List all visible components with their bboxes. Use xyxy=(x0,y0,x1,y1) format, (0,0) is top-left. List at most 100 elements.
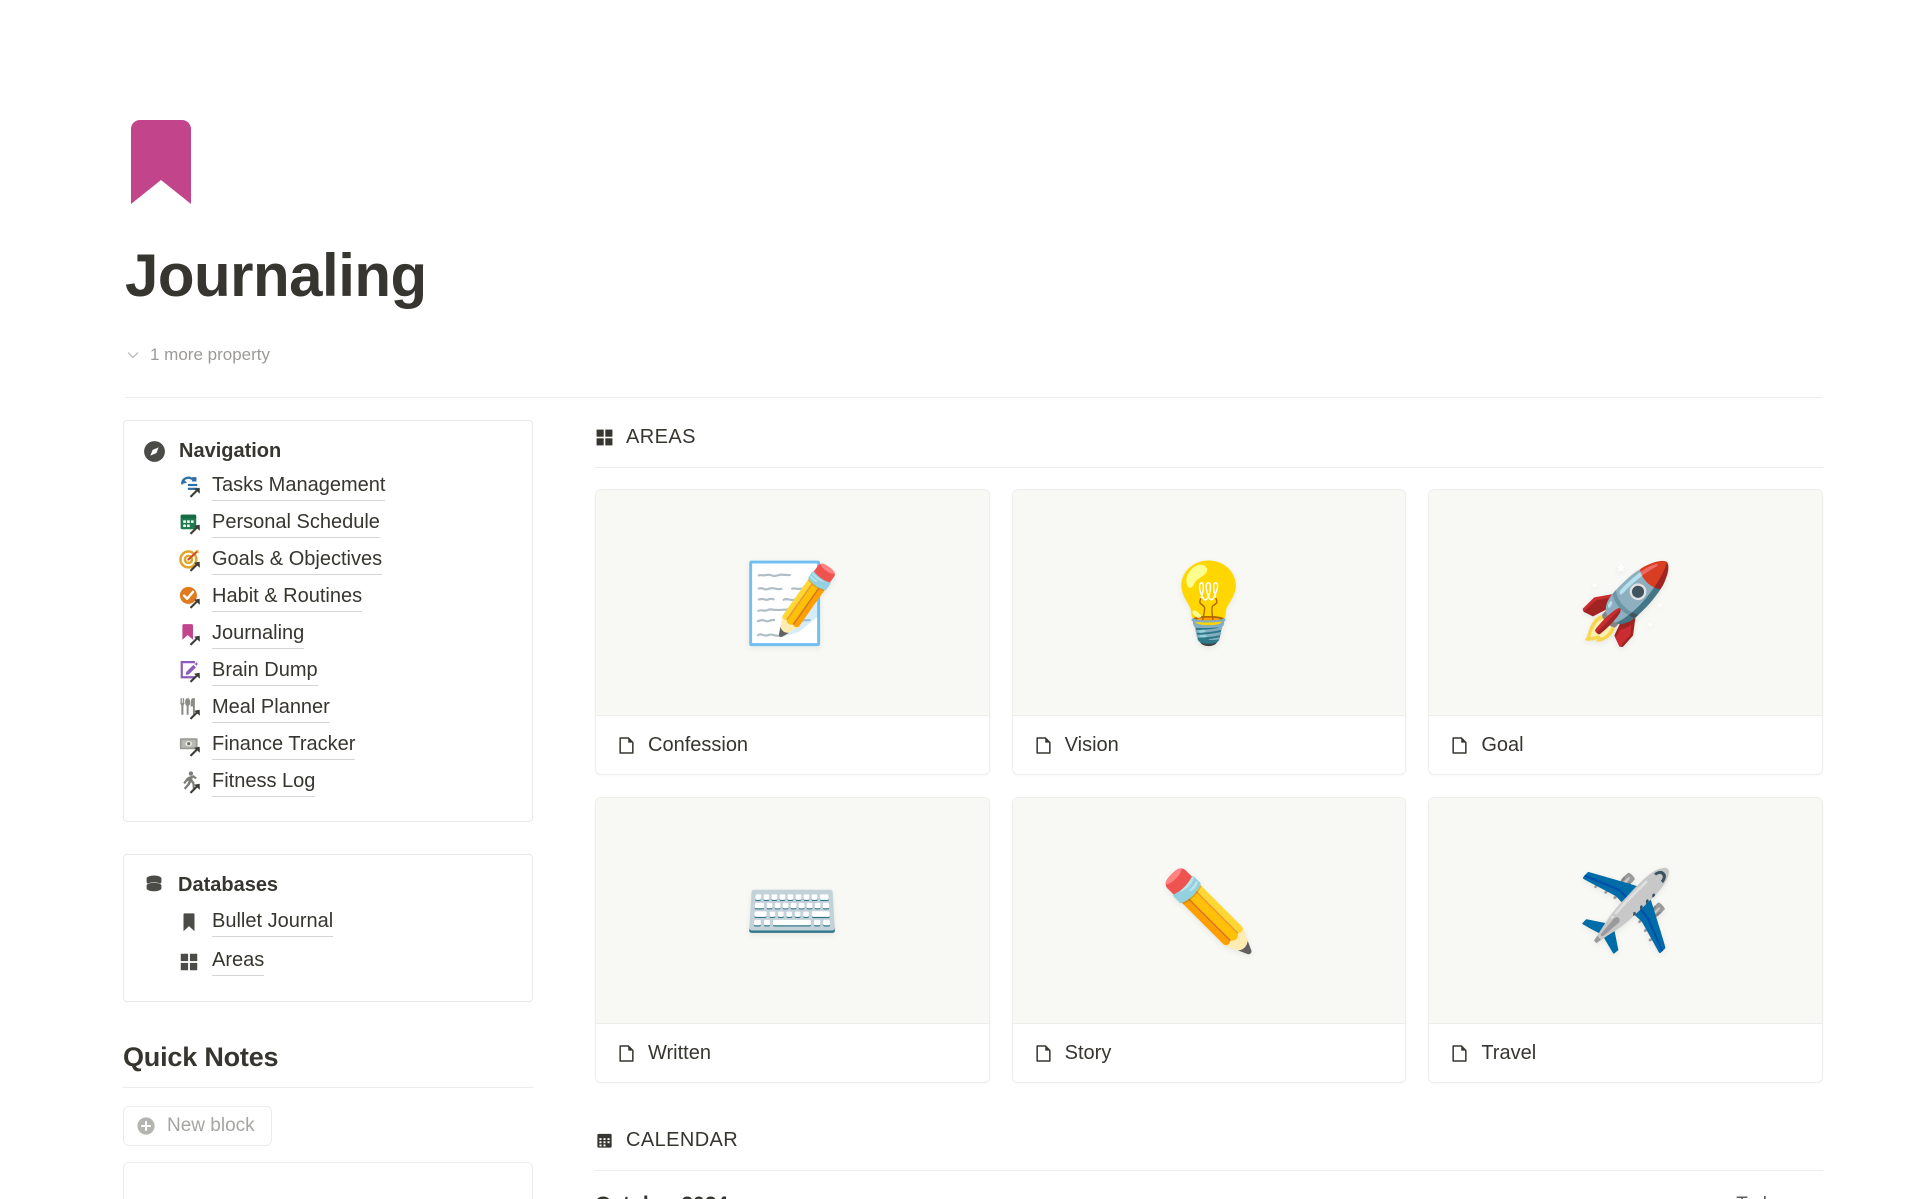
area-card-goal[interactable]: 🚀 Goal xyxy=(1428,489,1823,775)
sidebar-item-label: Brain Dump xyxy=(212,657,318,686)
grid-icon xyxy=(596,429,613,445)
navigation-items: Tasks Management Personal Schedule Goals… xyxy=(142,468,514,801)
calendar-today-button[interactable]: Today xyxy=(1736,1194,1787,1199)
area-card-written[interactable]: ⌨️ Written xyxy=(595,797,990,1083)
sidebar-item-personal-schedule[interactable]: Personal Schedule xyxy=(142,505,514,542)
card-footer: Written xyxy=(596,1024,989,1082)
areas-section-title: AREAS xyxy=(626,425,696,448)
runner-icon xyxy=(183,771,200,794)
pencil-emoji: ✏️ xyxy=(1160,866,1258,955)
navigation-panel: Navigation Tasks Management Personal Sch… xyxy=(123,420,533,822)
card-thumbnail: 🚀 xyxy=(1429,490,1822,716)
memo-edit-icon xyxy=(180,661,200,683)
sidebar-item-tasks-management[interactable]: Tasks Management xyxy=(142,468,514,505)
sidebar-item-finance-tracker[interactable]: Finance Tracker xyxy=(142,727,514,764)
more-properties-toggle[interactable]: 1 more property xyxy=(125,341,1825,369)
more-properties-label: 1 more property xyxy=(150,345,270,364)
sidebar-item-label: Areas xyxy=(212,947,265,976)
card-title: Confession xyxy=(648,733,749,756)
page-icon xyxy=(1036,1044,1051,1062)
notion-page: Journaling 1 more property Navigation Ta… xyxy=(0,0,1920,1199)
sidebar-item-label: Personal Schedule xyxy=(212,509,380,538)
calendar-section: CALENDAR October 2024 Today xyxy=(595,1123,1823,1199)
header-divider xyxy=(125,397,1822,398)
sidebar-item-fitness-log[interactable]: Fitness Log xyxy=(142,764,514,801)
card-thumbnail: 📝 xyxy=(596,490,989,716)
page-body: Navigation Tasks Management Personal Sch… xyxy=(0,420,1920,1199)
keyboard-emoji: ⌨️ xyxy=(743,866,841,955)
card-title: Goal xyxy=(1481,733,1524,756)
memo-emoji: 📝 xyxy=(743,558,841,647)
card-footer: Vision xyxy=(1012,716,1406,774)
databases-panel-header: Databases xyxy=(142,873,514,897)
right-column: AREAS 📝 Confession 💡 Vision 🚀 Goal ⌨️ Wr… xyxy=(595,420,1823,1199)
rocket-emoji: 🚀 xyxy=(1577,558,1675,647)
banknote-icon xyxy=(179,738,200,757)
card-footer: Story xyxy=(1012,1024,1406,1082)
sidebar-item-meal-planner[interactable]: Meal Planner xyxy=(142,690,514,727)
compass-icon xyxy=(144,441,165,462)
card-footer: Confession xyxy=(596,716,989,774)
area-card-travel[interactable]: ✈️ Travel xyxy=(1428,797,1823,1083)
left-column: Navigation Tasks Management Personal Sch… xyxy=(123,420,533,1199)
plus-circle-icon xyxy=(137,1117,155,1135)
areas-card-grid: 📝 Confession 💡 Vision 🚀 Goal ⌨️ Written … xyxy=(595,489,1823,1083)
sidebar-item-journaling[interactable]: Journaling xyxy=(142,616,514,653)
areas-section-rule xyxy=(595,467,1823,468)
card-title: Travel xyxy=(1481,1041,1537,1064)
sidebar-item-label: Meal Planner xyxy=(212,694,330,723)
sidebar-item-label: Habit & Routines xyxy=(212,583,363,612)
new-block-label: New block xyxy=(167,1115,255,1136)
sidebar-item-brain-dump[interactable]: Brain Dump xyxy=(142,653,514,690)
calendar-section-title: CALENDAR xyxy=(626,1128,739,1151)
card-title: Written xyxy=(648,1041,711,1064)
card-thumbnail: ✏️ xyxy=(1012,798,1406,1024)
card-footer: Travel xyxy=(1429,1024,1822,1082)
sidebar-item-goals-objectives[interactable]: Goals & Objectives xyxy=(142,542,514,579)
sidebar-item-label: Finance Tracker xyxy=(212,731,356,760)
calendar-icon xyxy=(180,514,200,535)
calendar-section-rule xyxy=(595,1170,1823,1171)
databases-items: Bullet Journal Areas xyxy=(142,903,514,981)
target-icon xyxy=(179,550,200,572)
new-block-button[interactable]: New block xyxy=(123,1106,272,1146)
card-thumbnail: ✈️ xyxy=(1429,798,1822,1024)
sidebar-item-label: Journaling xyxy=(212,620,305,649)
page-icon xyxy=(619,736,634,754)
page-icon xyxy=(1036,736,1051,754)
card-thumbnail: ⌨️ xyxy=(596,798,989,1024)
card-footer: Goal xyxy=(1429,716,1822,774)
sidebar-item-label: Fitness Log xyxy=(212,768,316,797)
page-emoji-bookmark[interactable] xyxy=(125,118,1825,206)
sidebar-item-label: Tasks Management xyxy=(212,472,386,501)
grid-icon xyxy=(180,953,198,970)
calendar-icon xyxy=(597,1133,612,1148)
chevron-down-icon xyxy=(127,352,139,359)
quick-notes-empty-block[interactable] xyxy=(123,1162,533,1199)
database-stack-icon xyxy=(146,875,162,892)
card-title: Vision xyxy=(1064,733,1119,756)
sidebar-item-label: Goals & Objectives xyxy=(212,546,383,575)
databases-panel-title: Databases xyxy=(178,873,279,896)
area-card-vision[interactable]: 💡 Vision xyxy=(1011,489,1407,775)
page-title: Journaling xyxy=(125,242,427,309)
tasks-repeat-icon xyxy=(181,476,200,498)
page-icon xyxy=(619,1044,634,1062)
sidebar-item-areas[interactable]: Areas xyxy=(142,942,514,981)
area-card-story[interactable]: ✏️ Story xyxy=(1011,797,1407,1083)
sidebar-item-label: Bullet Journal xyxy=(212,908,334,937)
calendar-toolbar: October 2024 Today xyxy=(595,1193,1823,1199)
calendar-navigation: Today xyxy=(1700,1194,1823,1199)
bookmark-icon xyxy=(183,912,195,931)
card-thumbnail: 💡 xyxy=(1012,490,1406,716)
databases-panel: Databases Bullet Journal Areas xyxy=(123,854,533,1002)
airplane-emoji: ✈️ xyxy=(1577,866,1675,955)
area-card-confession[interactable]: 📝 Confession xyxy=(595,489,990,775)
calendar-current-month: October 2024 xyxy=(595,1193,728,1199)
calendar-section-header: CALENDAR xyxy=(595,1123,1823,1157)
page-icon xyxy=(1452,1044,1467,1062)
sidebar-item-bullet-journal[interactable]: Bullet Journal xyxy=(142,903,514,942)
page-header: Journaling 1 more property xyxy=(125,118,1825,369)
quick-notes-title: Quick Notes xyxy=(123,1042,279,1072)
sidebar-item-habit-routines[interactable]: Habit & Routines xyxy=(142,579,514,616)
